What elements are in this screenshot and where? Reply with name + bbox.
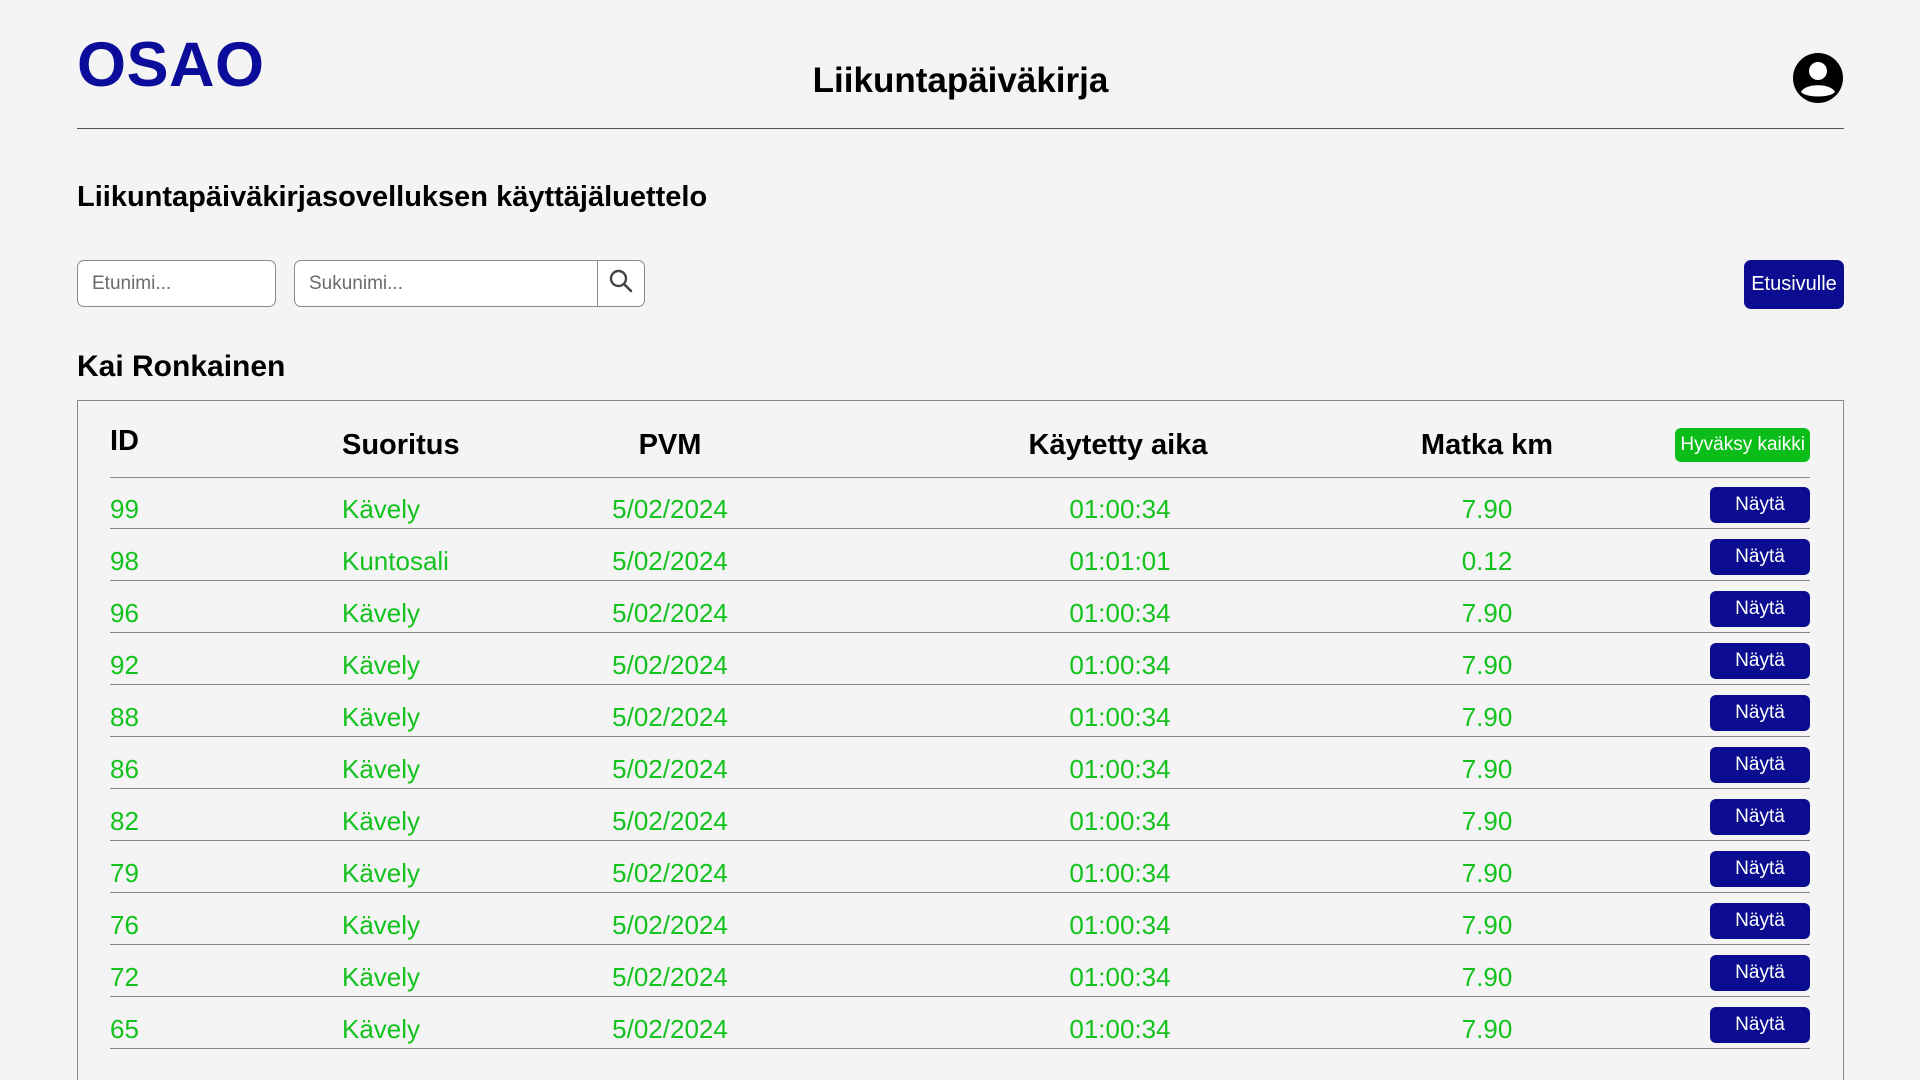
row-id: 99 bbox=[110, 494, 139, 524]
row-activity: Kävely bbox=[342, 1014, 421, 1044]
show-button[interactable]: Näytä bbox=[1710, 487, 1810, 523]
row-id: 72 bbox=[110, 962, 139, 992]
row-id: 65 bbox=[110, 1014, 139, 1044]
show-button[interactable]: Näytä bbox=[1710, 591, 1810, 627]
row-time: 01:00:34 bbox=[1069, 754, 1171, 784]
row-id: 96 bbox=[110, 598, 139, 628]
app-title: Liikuntapäiväkirja bbox=[812, 61, 1109, 100]
row-activity: Kuntosali bbox=[342, 546, 449, 576]
row-date: 5/02/2024 bbox=[612, 910, 728, 940]
table-row: 86 Kävely 5/02/2024 01:00:34 7.90 Näytä bbox=[110, 738, 1810, 789]
row-date: 5/02/2024 bbox=[612, 650, 728, 680]
row-date: 5/02/2024 bbox=[612, 962, 728, 992]
row-date: 5/02/2024 bbox=[612, 598, 728, 628]
row-distance: 7.90 bbox=[1461, 1014, 1513, 1044]
table-row: 98 Kuntosali 5/02/2024 01:01:01 0.12 Näytä bbox=[110, 530, 1810, 581]
row-id: 76 bbox=[110, 910, 139, 940]
column-header-id: ID bbox=[110, 425, 139, 457]
row-time: 01:00:34 bbox=[1069, 806, 1171, 836]
show-button[interactable]: Näytä bbox=[1710, 955, 1810, 991]
table-row: 96 Kävely 5/02/2024 01:00:34 7.90 Näytä bbox=[110, 582, 1810, 633]
column-header-time: Käytetty aika bbox=[1028, 429, 1208, 461]
account-circle-icon[interactable] bbox=[1792, 52, 1844, 104]
table-row: 65 Kävely 5/02/2024 01:00:34 7.90 Näytä bbox=[110, 998, 1810, 1049]
show-button[interactable]: Näytä bbox=[1710, 695, 1810, 731]
search-icon bbox=[608, 268, 634, 299]
row-id: 79 bbox=[110, 858, 139, 888]
show-button[interactable]: Näytä bbox=[1710, 539, 1810, 575]
exercise-table: ID Suoritus PVM Käytetty aika Matka km H… bbox=[77, 400, 1844, 1080]
row-activity: Kävely bbox=[342, 598, 421, 628]
row-time: 01:00:34 bbox=[1069, 858, 1171, 888]
page-heading: Liikuntapäiväkirjasovelluksen käyttäjälu… bbox=[77, 181, 708, 213]
row-time: 01:00:34 bbox=[1069, 494, 1171, 524]
show-button[interactable]: Näytä bbox=[1710, 747, 1810, 783]
header: OSAO Liikuntapäiväkirja bbox=[77, 0, 1844, 129]
row-activity: Kävely bbox=[342, 806, 421, 836]
user-name: Kai Ronkainen bbox=[77, 350, 286, 383]
row-activity: Kävely bbox=[342, 858, 421, 888]
row-time: 01:00:34 bbox=[1069, 910, 1171, 940]
row-time: 01:00:34 bbox=[1069, 1014, 1171, 1044]
row-time: 01:00:34 bbox=[1069, 650, 1171, 680]
table-row: 79 Kävely 5/02/2024 01:00:34 7.90 Näytä bbox=[110, 842, 1810, 893]
approve-all-button[interactable]: Hyväksy kaikki bbox=[1675, 428, 1810, 462]
row-distance: 7.90 bbox=[1461, 806, 1513, 836]
column-header-date: PVM bbox=[638, 429, 702, 461]
show-button[interactable]: Näytä bbox=[1710, 851, 1810, 887]
table-row: 76 Kävely 5/02/2024 01:00:34 7.90 Näytä bbox=[110, 894, 1810, 945]
table-row: 82 Kävely 5/02/2024 01:00:34 7.90 Näytä bbox=[110, 790, 1810, 841]
row-date: 5/02/2024 bbox=[612, 858, 728, 888]
last-name-input[interactable] bbox=[294, 260, 598, 307]
show-button[interactable]: Näytä bbox=[1710, 1007, 1810, 1043]
row-time: 01:00:34 bbox=[1069, 598, 1171, 628]
column-header-activity: Suoritus bbox=[342, 429, 460, 461]
row-date: 5/02/2024 bbox=[612, 702, 728, 732]
row-distance: 7.90 bbox=[1461, 702, 1513, 732]
row-distance: 7.90 bbox=[1461, 494, 1513, 524]
row-distance: 7.90 bbox=[1461, 910, 1513, 940]
table-header: ID Suoritus PVM Käytetty aika Matka km H… bbox=[110, 401, 1810, 478]
row-activity: Kävely bbox=[342, 494, 421, 524]
row-distance: 0.12 bbox=[1461, 546, 1513, 576]
row-date: 5/02/2024 bbox=[612, 806, 728, 836]
show-button[interactable]: Näytä bbox=[1710, 799, 1810, 835]
row-activity: Kävely bbox=[342, 754, 421, 784]
row-date: 5/02/2024 bbox=[612, 1014, 728, 1044]
page: OSAO Liikuntapäiväkirja Liikuntapäiväkir… bbox=[0, 0, 1920, 1080]
show-button[interactable]: Näytä bbox=[1710, 643, 1810, 679]
row-id: 88 bbox=[110, 702, 139, 732]
row-date: 5/02/2024 bbox=[612, 494, 728, 524]
show-button[interactable]: Näytä bbox=[1710, 903, 1810, 939]
row-id: 92 bbox=[110, 650, 139, 680]
row-id: 86 bbox=[110, 754, 139, 784]
home-button[interactable]: Etusivulle bbox=[1744, 260, 1844, 309]
table-body: 99 Kävely 5/02/2024 01:00:34 7.90 Näytä 98 Kunt… bbox=[110, 478, 1810, 1050]
row-id: 98 bbox=[110, 546, 139, 576]
row-distance: 7.90 bbox=[1461, 754, 1513, 784]
first-name-input[interactable] bbox=[77, 260, 276, 307]
table-row: 92 Kävely 5/02/2024 01:00:34 7.90 Näytä bbox=[110, 634, 1810, 685]
table-row: 99 Kävely 5/02/2024 01:00:34 7.90 Näytä bbox=[110, 478, 1810, 529]
search-bar: Etusivulle bbox=[77, 260, 1844, 309]
column-header-distance: Matka km bbox=[1420, 429, 1554, 461]
row-distance: 7.90 bbox=[1461, 650, 1513, 680]
row-activity: Kävely bbox=[342, 650, 421, 680]
table-row: 72 Kävely 5/02/2024 01:00:34 7.90 Näytä bbox=[110, 946, 1810, 997]
row-distance: 7.90 bbox=[1461, 962, 1513, 992]
row-time: 01:00:34 bbox=[1069, 962, 1171, 992]
row-activity: Kävely bbox=[342, 962, 421, 992]
row-id: 82 bbox=[110, 806, 139, 836]
row-activity: Kävely bbox=[342, 910, 421, 940]
table-row: 88 Kävely 5/02/2024 01:00:34 7.90 Näytä bbox=[110, 686, 1810, 737]
row-distance: 7.90 bbox=[1461, 598, 1513, 628]
row-time: 01:00:34 bbox=[1069, 702, 1171, 732]
row-activity: Kävely bbox=[342, 702, 421, 732]
row-date: 5/02/2024 bbox=[612, 754, 728, 784]
row-time: 01:01:01 bbox=[1069, 546, 1171, 576]
row-date: 5/02/2024 bbox=[612, 546, 728, 576]
search-button[interactable] bbox=[597, 260, 645, 307]
row-distance: 7.90 bbox=[1461, 858, 1513, 888]
